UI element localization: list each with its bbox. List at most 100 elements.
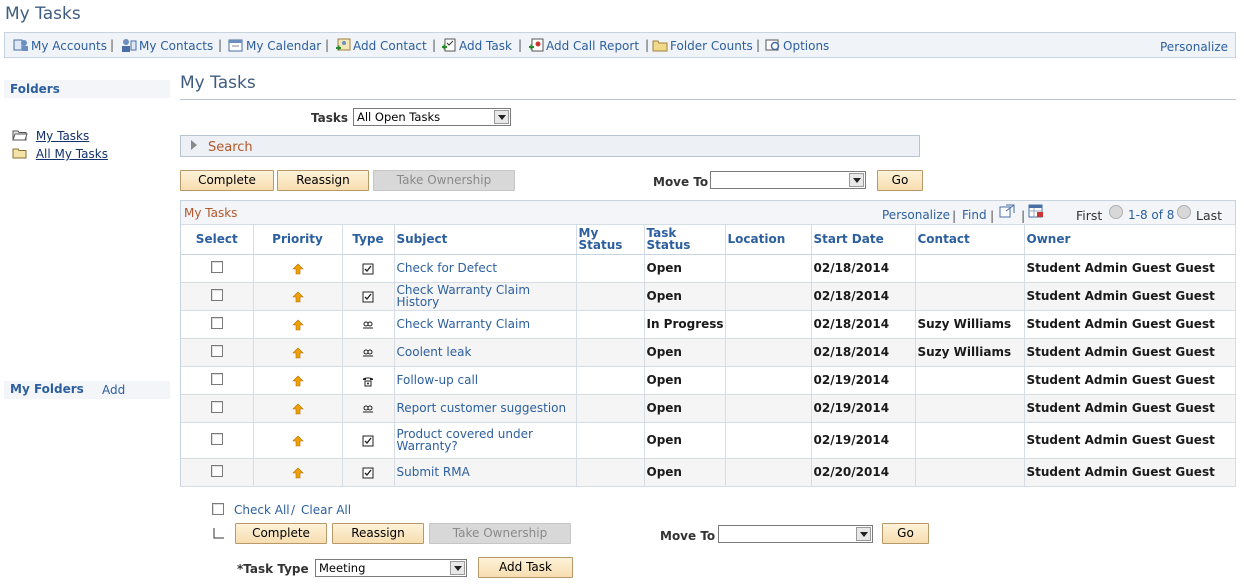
view-all-icon[interactable] <box>999 204 1015 218</box>
owner-cell: Student Admin Guest Guest <box>1024 422 1236 459</box>
add-task-link[interactable]: Add Task <box>441 38 512 53</box>
location-cell <box>725 282 812 311</box>
priority-cell <box>253 366 343 395</box>
take-ownership-button-bottom[interactable]: Take Ownership <box>429 523 571 544</box>
grid-personalize-link[interactable]: Personalize <box>882 208 950 222</box>
grid-caption: My Tasks <box>184 206 238 220</box>
complete-button-bottom[interactable]: Complete <box>235 523 327 544</box>
my-calendar-link[interactable]: My Calendar <box>228 38 321 53</box>
my-status-cell <box>576 338 645 367</box>
search-panel[interactable]: Search <box>180 135 920 157</box>
start-date-cell: 02/20/2014 <box>811 458 916 487</box>
subject-link[interactable]: Coolent leak <box>394 338 577 367</box>
grid-nav-separator: | <box>952 208 957 223</box>
add-task-button[interactable]: Add Task <box>478 557 573 578</box>
add-folder-link[interactable]: Add <box>102 383 125 397</box>
sidebar-item-all-my-tasks[interactable]: All My Tasks <box>12 147 108 161</box>
task-status-cell: Open <box>644 422 726 459</box>
my-calendar-label: My Calendar <box>246 39 322 53</box>
start-date-cell: 02/19/2014 <box>811 394 916 423</box>
type-cell <box>342 458 395 487</box>
add-task-label: Add Task <box>459 39 512 53</box>
my-status-cell <box>576 254 645 283</box>
move-to-select[interactable] <box>710 171 866 189</box>
type-cell <box>342 366 395 395</box>
col-subject[interactable]: Subject <box>394 225 577 255</box>
row-select-checkbox[interactable] <box>210 316 223 329</box>
add-contact-link[interactable]: Add Contact <box>335 38 427 53</box>
toolbar: My Accounts | My Contacts | My Calendar … <box>4 32 1236 58</box>
check-all-link[interactable]: Check All <box>234 503 290 517</box>
type-cell <box>342 338 395 367</box>
reassign-button-bottom[interactable]: Reassign <box>332 523 424 544</box>
contact-cell <box>915 394 1025 423</box>
task-status-cell: Open <box>644 458 726 487</box>
row-select-checkbox[interactable] <box>210 372 223 385</box>
row-select-checkbox[interactable] <box>210 260 223 273</box>
subject-link[interactable]: Follow-up call <box>394 366 577 395</box>
clear-all-link[interactable]: Clear All <box>301 503 351 517</box>
col-start-date[interactable]: Start Date <box>811 225 916 255</box>
task-status-cell: Open <box>644 254 726 283</box>
row-select-checkbox[interactable] <box>210 344 223 357</box>
my-contacts-link[interactable]: My Contacts <box>121 38 213 53</box>
row-select-checkbox[interactable] <box>210 288 223 301</box>
owner-cell: Student Admin Guest Guest <box>1024 366 1236 395</box>
col-type[interactable]: Type <box>342 225 395 255</box>
tasks-table-body: Check for Defect Open 02/18/2014 Student Ad… <box>181 254 1236 487</box>
personalize-toolbar-link[interactable]: Personalize <box>1160 40 1228 54</box>
grid-header-bar: My Tasks Personalize | Find | | First 1-… <box>181 201 1235 225</box>
take-ownership-button[interactable]: Take Ownership <box>373 170 515 191</box>
col-my-status[interactable]: My Status <box>576 225 645 255</box>
download-spreadsheet-icon[interactable] <box>1028 204 1044 218</box>
subject-link[interactable]: Check Warranty Claim <box>394 310 577 339</box>
col-contact[interactable]: Contact <box>915 225 1025 255</box>
move-to-select-bottom[interactable] <box>718 525 873 543</box>
contact-cell <box>915 254 1025 283</box>
subject-link[interactable]: Check for Defect <box>394 254 577 283</box>
next-page-icon[interactable] <box>1177 205 1191 219</box>
high-priority-arrow-icon <box>291 347 304 358</box>
my-accounts-link[interactable]: My Accounts <box>13 38 107 53</box>
tasks-filter-select[interactable]: All Open Tasks <box>353 108 511 126</box>
grid-find-link[interactable]: Find <box>962 208 987 222</box>
subject-link[interactable]: Check Warranty Claim History <box>394 282 577 311</box>
subject-link[interactable]: Report customer suggestion <box>394 394 577 423</box>
subject-link[interactable]: Product covered under Warranty? <box>394 422 577 459</box>
start-date-cell: 02/19/2014 <box>811 422 916 459</box>
high-priority-arrow-icon <box>291 435 304 446</box>
start-date-cell: 02/18/2014 <box>811 310 916 339</box>
col-task-status[interactable]: Task Status <box>644 225 726 255</box>
calendar-icon <box>228 39 243 52</box>
add-call-report-link[interactable]: Add Call Report <box>528 38 639 53</box>
options-link[interactable]: Options <box>765 38 829 53</box>
row-select-checkbox[interactable] <box>210 400 223 413</box>
check-all-checkbox[interactable] <box>212 503 224 515</box>
add-task-icon <box>442 38 456 52</box>
task-status-cell: Open <box>644 366 726 395</box>
previous-page-icon[interactable] <box>1109 205 1123 219</box>
go-button-bottom[interactable]: Go <box>882 523 929 544</box>
col-location[interactable]: Location <box>725 225 812 255</box>
row-select-checkbox[interactable] <box>210 432 223 445</box>
reassign-button[interactable]: Reassign <box>277 170 369 191</box>
task-check-icon <box>362 291 374 302</box>
contact-cell: Suzy Williams <box>915 310 1025 339</box>
chevron-down-icon <box>849 173 864 187</box>
select-cell <box>181 310 254 339</box>
my-folders-header: My Folders Add <box>4 381 170 399</box>
col-priority[interactable]: Priority <box>253 225 343 255</box>
sidebar-item-my-tasks[interactable]: My Tasks <box>12 129 89 143</box>
owner-cell: Student Admin Guest Guest <box>1024 394 1236 423</box>
go-button[interactable]: Go <box>877 170 923 191</box>
priority-cell <box>253 338 343 367</box>
start-date-cell: 02/19/2014 <box>811 366 916 395</box>
task-type-select[interactable]: Meeting <box>315 559 467 577</box>
subject-link[interactable]: Submit RMA <box>394 458 577 487</box>
folder-counts-link[interactable]: Folder Counts <box>652 38 753 53</box>
col-owner[interactable]: Owner <box>1024 225 1236 255</box>
row-select-checkbox[interactable] <box>210 464 223 477</box>
meeting-icon <box>363 321 373 328</box>
location-cell <box>725 422 812 459</box>
complete-button[interactable]: Complete <box>180 170 274 191</box>
